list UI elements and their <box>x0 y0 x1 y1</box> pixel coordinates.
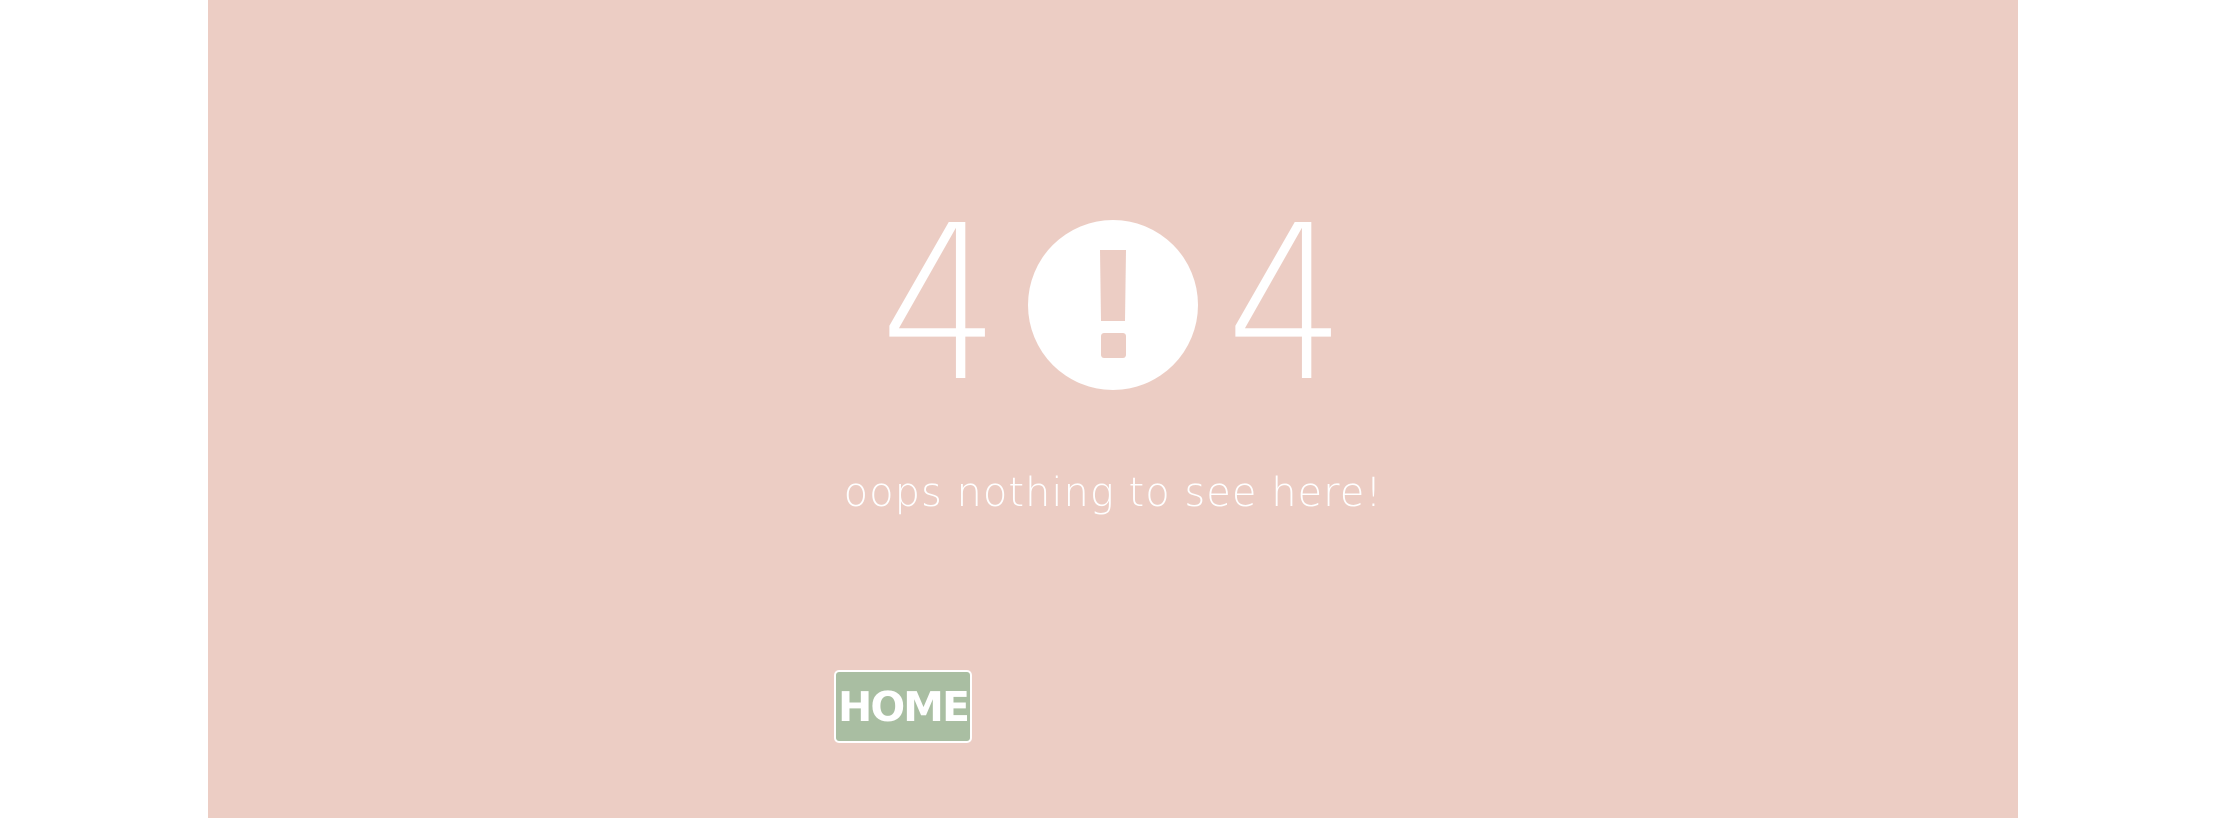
error-page-panel: 4 4 oops nothing to see here! <box>208 0 2018 818</box>
error-digit-right: 4 <box>1226 180 1346 429</box>
exclamation-circle-icon <box>1028 220 1198 390</box>
error-code-404: 4 4 <box>208 198 2018 412</box>
error-message: oops nothing to see here! <box>843 470 1383 516</box>
error-digit-left: 4 <box>880 180 1000 429</box>
home-button[interactable]: HOME <box>834 670 972 743</box>
